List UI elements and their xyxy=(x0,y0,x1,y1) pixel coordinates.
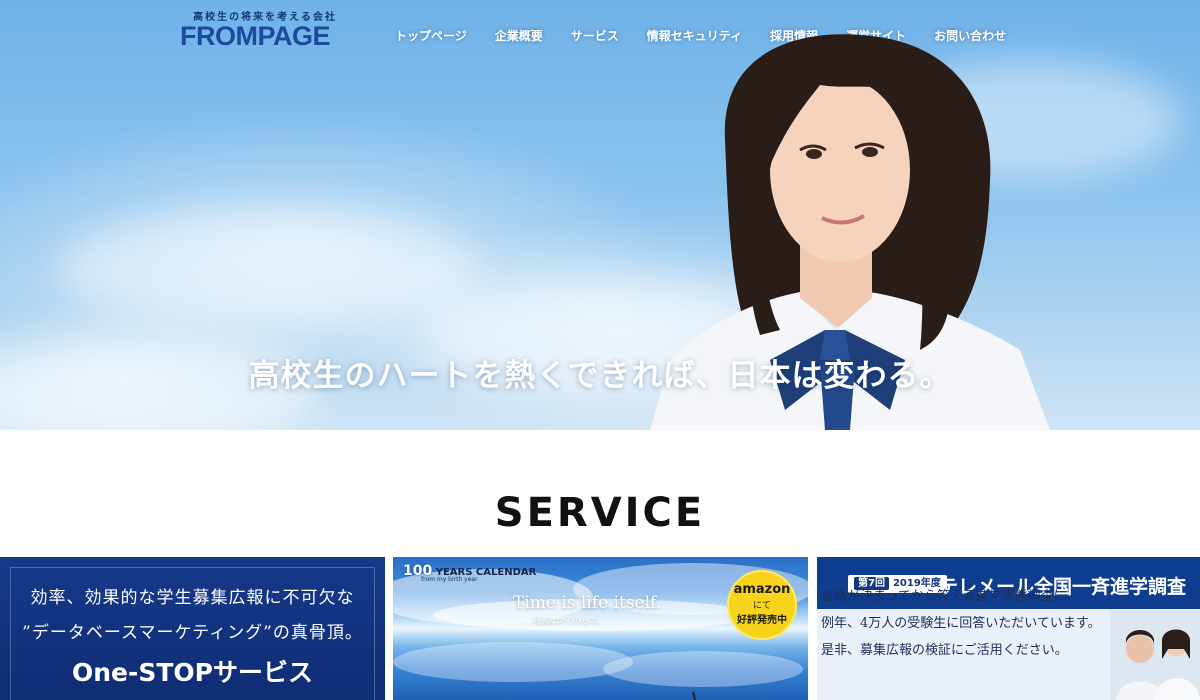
survey-text-2: 例年、4万人の受験生に回答いただいています。 xyxy=(821,616,1101,631)
nav-item-top[interactable]: トップページ xyxy=(395,27,467,44)
hero-tagline: 高校生のハートを熱くできれば、日本は変わる。 xyxy=(248,358,952,394)
students-photo xyxy=(1110,609,1200,700)
nav-item-company[interactable]: 企業概要 xyxy=(495,27,543,44)
hero-banner: 高校生の将来を考える会社 FROMPAGE トップページ 企業概要 サービス 情… xyxy=(0,0,1200,430)
nav-item-service[interactable]: サービス xyxy=(571,27,619,44)
card1-line2: ”データベースマーケティング”の真骨頂。 xyxy=(22,623,363,643)
calendar-title: Time is life itself. xyxy=(513,593,662,613)
card1-title: One-STOPサービス xyxy=(71,658,314,687)
service-card-onestop[interactable]: 効率、効果的な学生募集広報に不可欠な ”データベースマーケティング”の真骨頂。 … xyxy=(0,557,385,700)
amazon-badge[interactable]: amazon にて 好評発売中 xyxy=(727,570,797,640)
site-logo[interactable]: 高校生の将来を考える会社 FROMPAGE xyxy=(180,8,350,51)
calendar-sublabel: from my birth year xyxy=(421,576,478,583)
survey-text-1: 進路が決まってから答える進学実態調査に、 xyxy=(821,589,1080,604)
calendar-subtitle: 時間は命そのもの。 xyxy=(533,616,605,625)
amazon-mid: にて xyxy=(752,601,771,611)
card1-line1: 効率、効果的な学生募集広報に不可欠な xyxy=(30,588,355,608)
logo-wordmark: FROMPAGE xyxy=(180,21,331,51)
amazon-brand: amazon xyxy=(733,582,791,597)
amazon-available: 好評発売中 xyxy=(737,615,787,626)
survey-text-3: 是非、募集広報の検証にご活用ください。 xyxy=(821,643,1068,658)
service-heading: SERVICE xyxy=(494,490,706,536)
cloud-decoration xyxy=(60,210,480,330)
service-card-survey[interactable]: 第7回 2019年度 テレメール全国一斉進学調査 進路が決まってから答える進学実態… xyxy=(817,557,1200,700)
